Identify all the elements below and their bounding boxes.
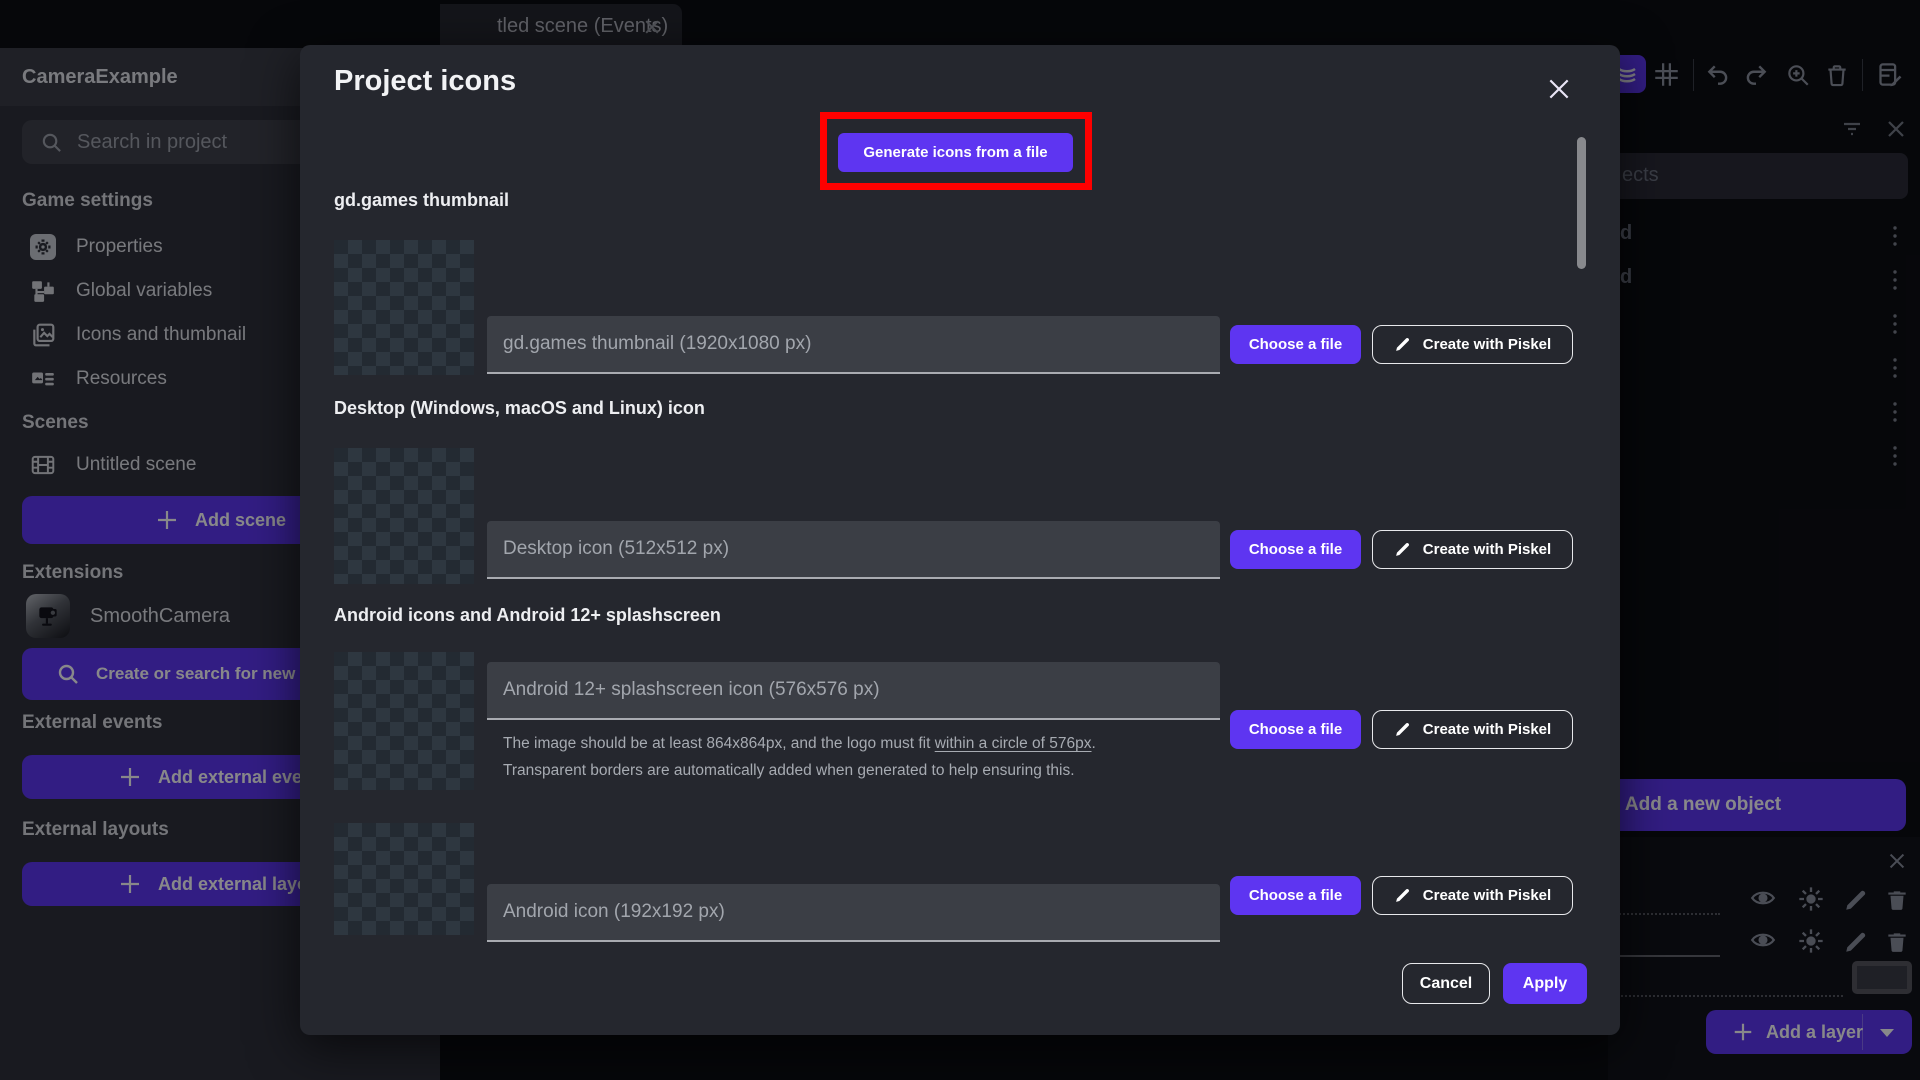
cancel-label: Cancel [1419,974,1473,992]
choose-file-label: Choose a file [1248,887,1343,904]
android-icon-preview [334,823,474,935]
splashscreen-icon-preview [334,652,474,790]
create-with-piskel-button[interactable]: Create with Piskel [1372,710,1573,749]
apply-button[interactable]: Apply [1503,963,1587,1004]
pencil-icon [1394,887,1411,904]
choose-file-button[interactable]: Choose a file [1230,876,1361,915]
section-label-desktop: Desktop (Windows, macOS and Linux) icon [334,398,705,418]
create-with-piskel-button[interactable]: Create with Piskel [1372,876,1573,915]
create-with-piskel-label: Create with Piskel [1422,887,1552,904]
helper-text: . [1091,735,1096,752]
highlight-rectangle [820,112,1092,190]
choose-file-button[interactable]: Choose a file [1230,710,1361,749]
field-hint: gd.games thumbnail (1920x1080 px) [503,333,812,354]
helper-underlined-text: within a circle of 576px [934,735,1092,752]
cancel-button[interactable]: Cancel [1402,963,1490,1004]
dialog-close-icon[interactable] [1546,76,1572,102]
app-window: tled scene (Events) ects d d Add a new o… [0,0,1920,1080]
create-with-piskel-label: Create with Piskel [1422,541,1552,558]
choose-file-label: Choose a file [1248,541,1343,558]
pencil-icon [1394,336,1411,353]
dialog-scrollbar[interactable] [1577,137,1586,269]
dialog-title: Project icons [334,65,517,97]
choose-file-label: Choose a file [1248,336,1343,353]
create-with-piskel-label: Create with Piskel [1422,721,1552,738]
choose-file-button[interactable]: Choose a file [1230,325,1361,364]
create-with-piskel-button[interactable]: Create with Piskel [1372,325,1573,364]
gdgames-thumbnail-preview [334,240,474,375]
field-hint: Android icon (192x192 px) [503,901,725,922]
field-hint: Android 12+ splashscreen icon (576x576 p… [503,679,880,700]
desktop-icon-field[interactable]: Desktop icon (512x512 px) [487,521,1220,579]
project-icons-dialog: Project icons Generate icons from a file… [300,45,1620,1035]
choose-file-label: Choose a file [1248,721,1343,738]
splashscreen-icon-field[interactable]: Android 12+ splashscreen icon (576x576 p… [487,662,1220,720]
create-with-piskel-label: Create with Piskel [1422,336,1552,353]
pencil-icon [1394,721,1411,738]
section-label-android: Android icons and Android 12+ splashscre… [334,605,721,625]
splashscreen-helper-line1: The image should be at least 864x864px, … [503,735,1096,753]
helper-text: The image should be at least 864x864px, … [503,735,935,752]
section-label-gdgames: gd.games thumbnail [334,190,510,210]
pencil-icon [1394,541,1411,558]
desktop-icon-preview [334,448,474,584]
choose-file-button[interactable]: Choose a file [1230,530,1361,569]
splashscreen-helper-line2: Transparent borders are automatically ad… [503,762,1075,779]
create-with-piskel-button[interactable]: Create with Piskel [1372,530,1573,569]
field-hint: Desktop icon (512x512 px) [503,538,730,559]
gdgames-thumbnail-field[interactable]: gd.games thumbnail (1920x1080 px) [487,316,1220,374]
apply-label: Apply [1522,974,1568,992]
android-icon-field[interactable]: Android icon (192x192 px) [487,884,1220,942]
